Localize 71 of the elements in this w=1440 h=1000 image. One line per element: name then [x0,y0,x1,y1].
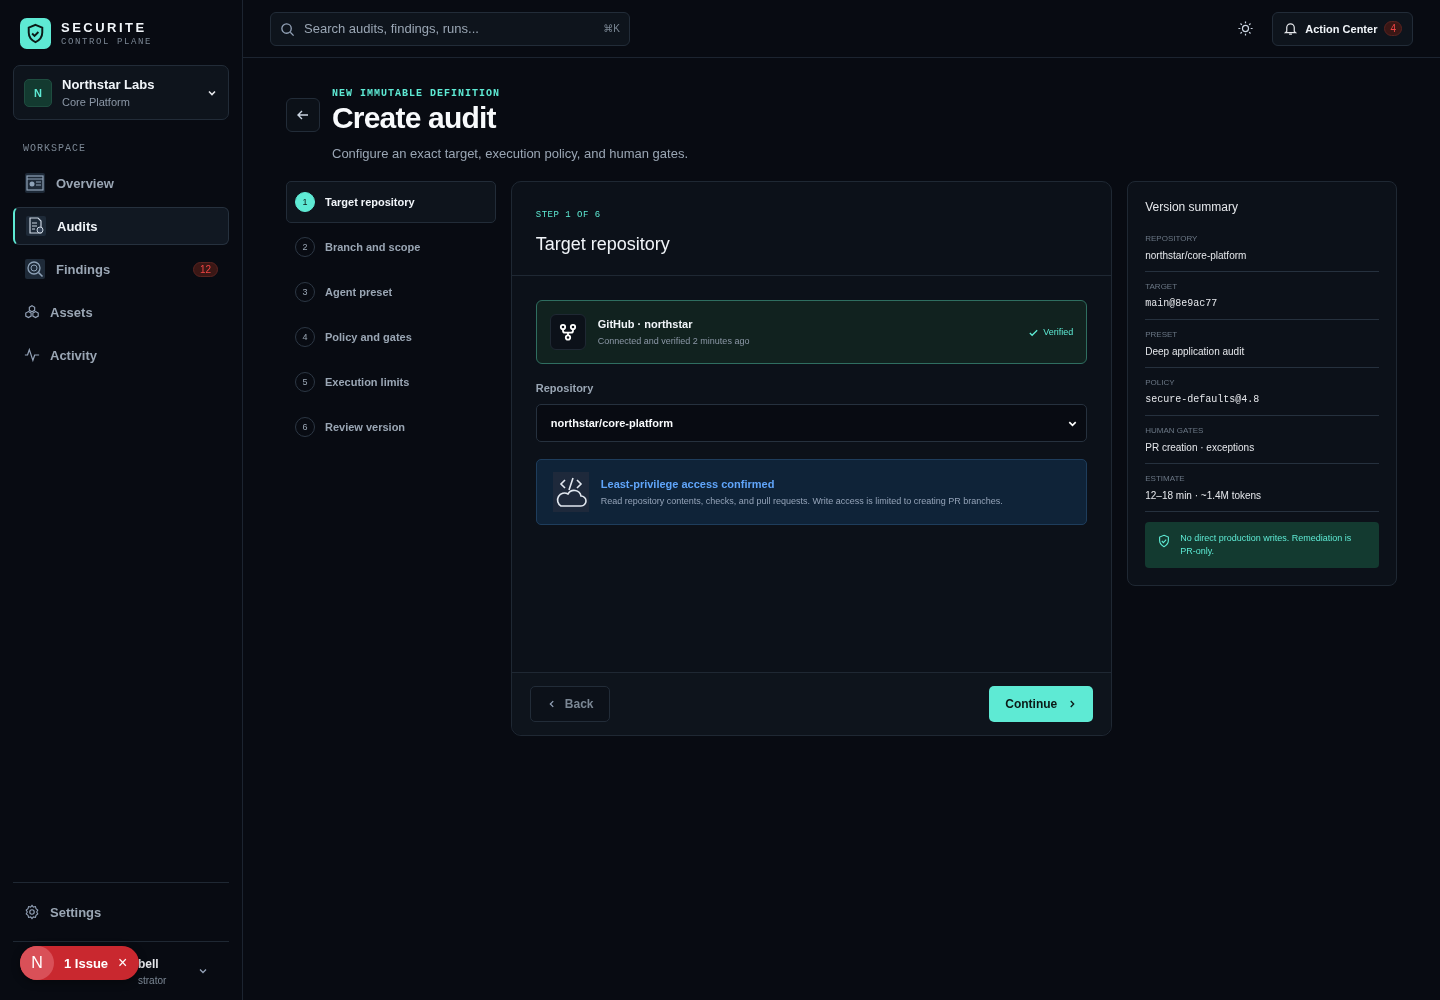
access-detail: Read repository contents, checks, and pull requests. Write access is limited to creating PR branches. [600,496,1003,506]
repository-select[interactable]: northstar/core-platform [535,404,1088,442]
nav-item[interactable]: Audits [13,207,229,245]
summary-title: Version summary [1145,200,1239,214]
close-button[interactable]: × [118,954,128,972]
nav-item[interactable]: Overview [13,164,229,202]
access-title: Least-privilege access confirmed [600,478,776,490]
continue-button[interactable]: Continue [989,686,1094,722]
summary-label: HUMAN GATES [1145,426,1205,435]
summary-value: Deep application audit [1145,346,1246,357]
settings-link[interactable]: Settings [13,893,229,931]
step-item[interactable]: 4 Policy and gates [286,316,496,358]
verified-status: Verified [1028,326,1074,338]
page-title: Create audit [332,101,497,134]
document-shield-icon [25,215,47,237]
summary-label: PRESET [1145,330,1179,339]
nav-item[interactable]: Findings 12 [13,250,229,288]
summary-label: TARGET [1145,282,1179,291]
activity-icon [24,347,40,363]
notification-count: 4 [1384,21,1402,36]
brand-name: SECURITE [61,20,148,35]
step-item[interactable]: 6 Review version [286,406,496,448]
step-item[interactable]: 3 Agent preset [286,271,496,313]
back-arrow-button[interactable] [286,98,320,132]
toast-avatar: N [20,946,54,980]
cubes-icon [24,304,40,320]
summary-value: PR creation · exceptions [1145,442,1256,453]
step-item[interactable]: 2 Branch and scope [286,226,496,268]
page-eyebrow: NEW IMMUTABLE DEFINITION [332,88,501,99]
user-role: strator [138,974,168,986]
summary-label: POLICY [1145,378,1176,387]
nav-item[interactable]: Activity [13,336,229,374]
org-name: Northstar Labs [62,77,156,92]
count-badge: 12 [192,261,218,277]
dashboard-icon [24,172,46,194]
organization-switcher[interactable]: N Northstar Labs Core Platform [13,65,229,120]
user-name: bell [138,956,160,971]
page-subtitle: Configure an exact target, execution policy, and human gates. [332,146,690,161]
magnifier-target-icon [24,258,46,280]
summary-value: secure-defaults@4.8 [1145,394,1261,405]
bell-icon [1283,21,1299,36]
code-cloud-icon [552,472,589,512]
shield-logo-icon [20,18,51,49]
shortcut-hint: ⌘K [603,22,620,34]
summary-value: 12–18 min · ~1.4M tokens [1145,490,1263,501]
brand-tagline: CONTROL PLANE [61,37,152,47]
step-counter: STEP 1 OF 6 [535,210,602,220]
branch-icon [549,314,586,350]
section-label: WORKSPACE [23,143,87,154]
connection-detail: Connected and verified 2 minutes ago [597,336,751,346]
shield-check-icon [1157,534,1172,548]
summary-label: ESTIMATE [1145,474,1186,483]
step-item[interactable]: 5 Execution limits [286,361,496,403]
search-icon [280,21,295,37]
panel-title: Target repository [535,234,671,255]
issue-count: 1 Issue [64,955,109,971]
connection-title: GitHub · northstar [597,318,694,330]
summary-value: main@8e9ac77 [1145,298,1219,309]
action-center-button[interactable]: Action Center 4 [1272,11,1413,46]
summary-value: northstar/core-platform [1145,250,1248,261]
step-item[interactable]: 1 Target repository [286,181,496,223]
theme-toggle-icon[interactable] [1237,20,1255,37]
back-button[interactable]: Back [529,686,611,722]
summary-label: REPOSITORY [1145,234,1199,243]
nav-item[interactable]: Assets [13,293,229,331]
org-project: Core Platform [62,96,131,108]
org-avatar: N [24,78,52,107]
step-number: 1 [295,192,315,212]
note-text: No direct production writes. Remediation is PR-only. [1180,532,1353,559]
field-label: Repository [535,382,595,394]
settings-icon [24,904,40,920]
